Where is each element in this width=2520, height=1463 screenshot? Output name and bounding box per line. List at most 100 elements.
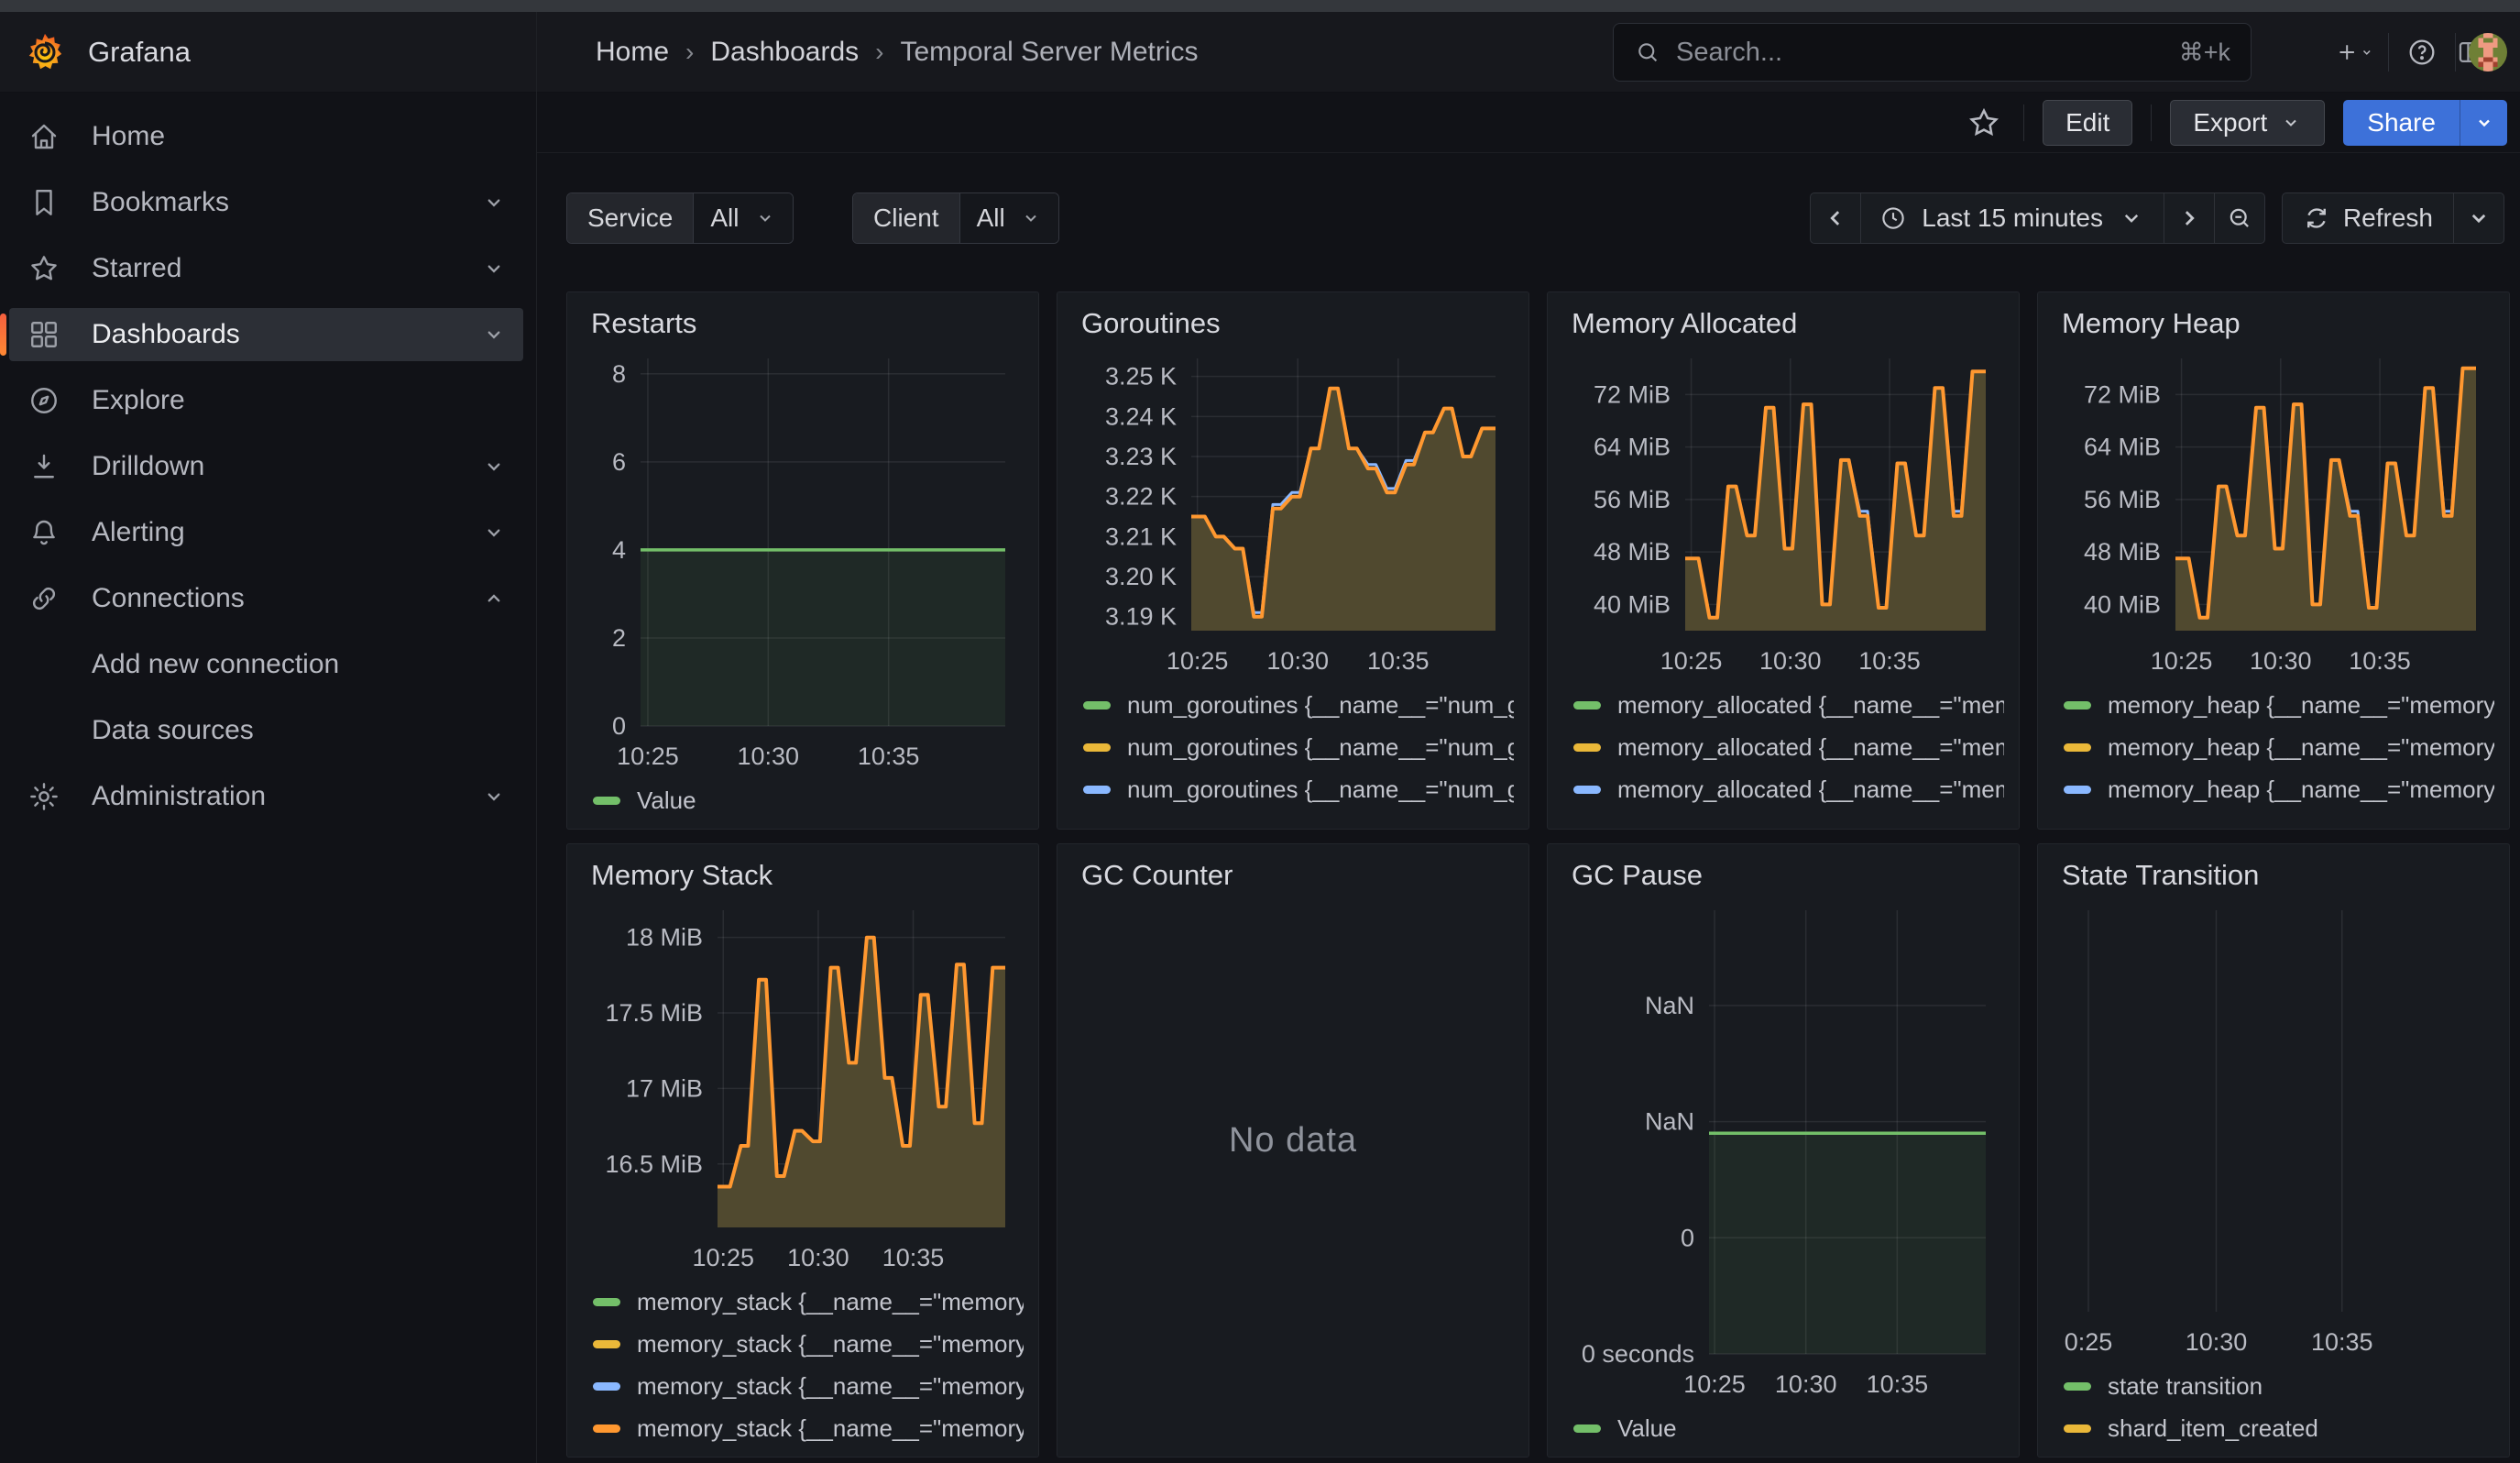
svg-text:10:35: 10:35	[1867, 1370, 1929, 1398]
sidebar-item-connections[interactable]: Connections	[9, 572, 523, 625]
legend-item[interactable]: num_goroutines {__name__="num_goroutines…	[1083, 768, 1514, 810]
legend-item[interactable]: Value	[593, 779, 1024, 821]
sidebar-item-alerting[interactable]: Alerting	[9, 506, 523, 559]
legend-series-marker	[593, 1298, 620, 1306]
legend-item[interactable]: memory_stack {__name__="memory_stack"}	[593, 1407, 1024, 1449]
breadcrumb-home[interactable]: Home	[596, 37, 669, 68]
svg-text:10:35: 10:35	[1858, 647, 1921, 675]
panel-title[interactable]: Memory Stack	[582, 855, 1024, 896]
legend-item[interactable]: num_goroutines {__name__="num_goroutines…	[1083, 726, 1514, 768]
edit-button[interactable]: Edit	[2043, 100, 2132, 146]
sidebar-item-administration[interactable]: Administration	[9, 770, 523, 823]
legend-item[interactable]: num_goroutines {__name__="num_goroutines…	[1083, 810, 1514, 821]
svg-text:10:35: 10:35	[1367, 647, 1430, 675]
sidebar-item-dashboards[interactable]: Dashboards	[9, 308, 523, 361]
chevron-down-icon	[2280, 112, 2302, 134]
add-new-button[interactable]	[2335, 32, 2375, 72]
avatar-pixel-art	[2469, 33, 2507, 72]
chart-area[interactable]: 3.19 K3.20 K3.21 K3.22 K3.23 K3.24 K3.25…	[1072, 344, 1514, 684]
search-input[interactable]: Search... ⌘+k	[1613, 23, 2252, 82]
legend-series-label: Value	[637, 786, 1024, 815]
sidebar-item-label: Dashboards	[92, 319, 481, 350]
breadcrumb: Home › Dashboards › Temporal Server Metr…	[596, 37, 1199, 68]
sidebar-item-label: Drilldown	[92, 451, 481, 482]
legend-item[interactable]: memory_allocated {__name__="memory_alloc…	[1573, 768, 2004, 810]
panel-memory-heap: Memory Heap40 MiB48 MiB56 MiB64 MiB72 Mi…	[2037, 292, 2510, 830]
sidebar-item-add-new-connection[interactable]: Add new connection	[9, 638, 523, 691]
grafana-logo[interactable]	[24, 31, 66, 73]
app-name: Grafana	[88, 36, 191, 69]
compass-icon	[27, 384, 60, 417]
search-shortcut: ⌘+k	[2179, 38, 2230, 67]
panel-title[interactable]: Memory Allocated	[1562, 303, 2004, 344]
legend-series-marker	[1083, 701, 1111, 710]
svg-text:40 MiB: 40 MiB	[2084, 590, 2161, 618]
legend-item[interactable]: memory_heap {__name__="memory_heap"}	[2064, 768, 2494, 810]
user-avatar[interactable]	[2469, 33, 2507, 72]
legend-item[interactable]: memory_stack {__name__="memory_stack"}	[593, 1281, 1024, 1323]
legend-item[interactable]: Value	[1573, 1407, 2004, 1449]
svg-text:10:35: 10:35	[2349, 647, 2411, 675]
sidebar-item-label: Alerting	[92, 517, 481, 548]
legend-series-label: memory_allocated {__name__="memory_alloc…	[1617, 691, 2004, 720]
search-placeholder: Search...	[1676, 38, 2179, 68]
legend-item[interactable]: memory_allocated {__name__="memory_alloc…	[1573, 810, 2004, 821]
legend-item[interactable]: shard_item_created	[2064, 1407, 2494, 1449]
svg-text:3.25 K: 3.25 K	[1105, 363, 1177, 390]
panel-title[interactable]: GC Counter	[1072, 855, 1514, 896]
chevron-down-icon	[2473, 112, 2495, 134]
share-menu-button[interactable]	[2460, 100, 2507, 146]
help-icon	[2406, 37, 2438, 68]
svg-text:10:30: 10:30	[1775, 1370, 1837, 1398]
chart-area[interactable]: 40 MiB48 MiB56 MiB64 MiB72 MiB10:2510:30…	[2053, 344, 2494, 684]
sidebar-nav: Home Bookmarks Starred Dashboards Explore Dri…	[0, 93, 536, 1463]
legend-series-label: memory_stack {__name__="memory_stack"}	[637, 1288, 1024, 1316]
sidebar-item-drilldown[interactable]: Drilldown	[9, 440, 523, 493]
legend-item[interactable]: memory_heap {__name__="memory_heap"}	[2064, 726, 2494, 768]
favorite-button[interactable]	[1963, 102, 2005, 144]
panel-title[interactable]: Goroutines	[1072, 303, 1514, 344]
panel-gc-counter: GC CounterNo data	[1057, 843, 1529, 1458]
sidebar-item-starred[interactable]: Starred	[9, 242, 523, 295]
legend-series-label: memory_stack {__name__="memory_stack"}	[637, 1372, 1024, 1401]
svg-text:10:30: 10:30	[2250, 647, 2312, 675]
legend-item[interactable]: memory_allocated {__name__="memory_alloc…	[1573, 726, 2004, 768]
panel-title[interactable]: Restarts	[582, 303, 1024, 344]
help-button[interactable]	[2402, 32, 2442, 72]
svg-text:10:25: 10:25	[617, 742, 679, 770]
share-button[interactable]: Share	[2343, 100, 2460, 146]
chart-area[interactable]: 40 MiB48 MiB56 MiB64 MiB72 MiB10:2510:30…	[1562, 344, 2004, 684]
chart-area[interactable]: 0:2510:3010:35	[2053, 896, 2494, 1365]
legend-item[interactable]: memory_allocated {__name__="memory_alloc…	[1573, 684, 2004, 726]
svg-text:10:35: 10:35	[882, 1244, 945, 1271]
legend-item[interactable]: memory_stack {__name__="memory_stack"}	[593, 1365, 1024, 1407]
panel-gc-pause: GC Pause0 seconds0NaNNaN10:2510:3010:35V…	[1547, 843, 2020, 1458]
blank-icon	[27, 714, 60, 747]
chart-area[interactable]: 0 seconds0NaNNaN10:2510:3010:35	[1562, 896, 2004, 1407]
svg-text:4: 4	[612, 536, 626, 564]
panel-title[interactable]: Memory Heap	[2053, 303, 2494, 344]
chart-area[interactable]: 0246810:2510:3010:35	[582, 344, 1024, 779]
breadcrumb-dashboards[interactable]: Dashboards	[710, 37, 859, 68]
legend-series-label: state transition	[2108, 1372, 2494, 1401]
sidebar-item-explore[interactable]: Explore	[9, 374, 523, 427]
legend-item[interactable]: num_goroutines {__name__="num_goroutines…	[1083, 684, 1514, 726]
panel-goroutines: Goroutines3.19 K3.20 K3.21 K3.22 K3.23 K…	[1057, 292, 1529, 830]
export-button[interactable]: Export	[2170, 100, 2325, 146]
legend-item[interactable]: memory_stack {__name__="memory_stack"}	[593, 1323, 1024, 1365]
svg-text:10:25: 10:25	[1167, 647, 1229, 675]
sidebar-item-data-sources[interactable]: Data sources	[9, 704, 523, 757]
legend-series-label: memory_heap {__name__="memory_heap"}	[2108, 776, 2494, 804]
legend-item[interactable]: memory_heap {__name__="memory_heap"}	[2064, 810, 2494, 821]
share-split-button: Share	[2343, 100, 2507, 146]
chart-area[interactable]: 16.5 MiB17 MiB17.5 MiB18 MiB10:2510:3010…	[582, 896, 1024, 1281]
sidebar-item-home[interactable]: Home	[9, 110, 523, 163]
share-button-label: Share	[2367, 108, 2436, 138]
sidebar-item-bookmarks[interactable]: Bookmarks	[9, 176, 523, 229]
panel-title[interactable]: State Transition	[2053, 855, 2494, 896]
legend-item[interactable]: state transition	[2064, 1365, 2494, 1407]
legend-item[interactable]: memory_heap {__name__="memory_heap"}	[2064, 684, 2494, 726]
svg-text:3.24 K: 3.24 K	[1105, 402, 1177, 430]
panel-title[interactable]: GC Pause	[1562, 855, 2004, 896]
legend-series-marker	[1083, 743, 1111, 752]
